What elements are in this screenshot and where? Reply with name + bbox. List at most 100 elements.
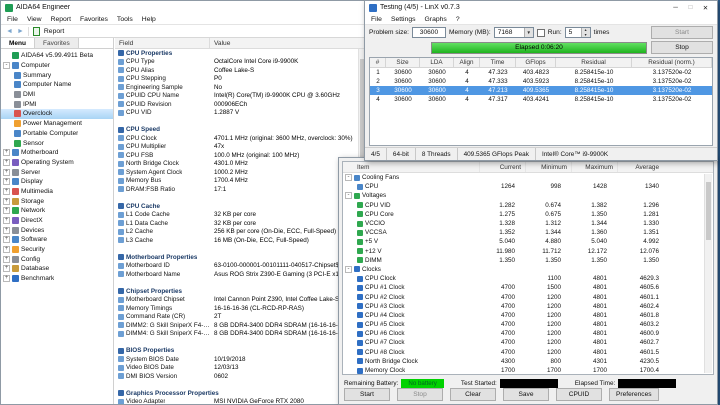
cpuid-button[interactable]: CPUID	[556, 387, 602, 401]
col-header-item[interactable]: Item	[343, 164, 479, 171]
property-row[interactable]: CPU Clock 4701.1 MHz (original: 3600 MHz,…	[115, 134, 358, 143]
collapse-icon[interactable]: -	[345, 265, 352, 273]
report-icon[interactable]	[32, 26, 40, 36]
maximize-button[interactable]: □	[683, 1, 698, 14]
property-row[interactable]: CPUID Revision 000906ECh	[115, 100, 358, 109]
sensor-row-cpu[interactable]: CPU 1264 998 1428 1340	[343, 182, 713, 191]
col-header-time[interactable]: Time	[480, 58, 516, 67]
menu-graphs[interactable]: Graphs	[425, 16, 447, 23]
sensor-row-cpu-4-clock[interactable]: CPU #4 Clock 4700 1200 4801 4601.8	[343, 311, 713, 320]
property-row[interactable]: CPU FSB 100.0 MHz (original: 100 MHz)	[115, 151, 358, 160]
clear-button[interactable]: Clear	[450, 387, 496, 401]
col-header-minimum[interactable]: Minimum	[525, 162, 571, 172]
sidebar-item-computer[interactable]: - Computer	[1, 61, 113, 71]
minimize-button[interactable]: ─	[668, 1, 683, 14]
sensor-row-memory-clock[interactable]: Memory Clock 1700 1700 1700 1700.4	[343, 366, 713, 374]
property-row[interactable]: CPU Stepping P0	[115, 75, 358, 84]
sensor-row-cpu-3-clock[interactable]: CPU #3 Clock 4700 1200 4801 4602.4	[343, 302, 713, 311]
start-button[interactable]: Start	[651, 26, 713, 39]
property-row[interactable]: Video BIOS Date 12/03/13	[115, 364, 358, 373]
result-row-3[interactable]: 3 30600 30600 4 47.213 409.5365 8.258415e-10 3.…	[370, 86, 712, 95]
expand-icon[interactable]: +	[3, 197, 10, 205]
sensor-row-cpu-1-clock[interactable]: CPU #1 Clock 4700 1500 4801 4605.6	[343, 283, 713, 292]
property-row[interactable]: North Bridge Clock 4301.0 MHz	[115, 160, 358, 169]
expand-icon[interactable]: +	[3, 275, 10, 283]
sidebar-item-software[interactable]: + Software	[1, 235, 113, 245]
report-button[interactable]: Report	[44, 28, 64, 35]
sensor-row-12-v[interactable]: +12 V 11.980 11.712 12.172 12.076	[343, 247, 713, 256]
sidebar-item-operating-system[interactable]: + Operating System	[1, 158, 113, 168]
property-row[interactable]: DMI BIOS Version 0602	[115, 372, 358, 381]
property-row[interactable]: DIMM2: G Skill SniperX F4-3400C16-8GSXW 8…	[115, 321, 358, 330]
property-row[interactable]: DIMM4: G Skill SniperX F4-3400C16-8GSXW 8…	[115, 330, 358, 339]
col-header-size[interactable]: Size	[386, 58, 420, 67]
save-button[interactable]: Save	[503, 387, 549, 401]
sensor-row-cpu-core[interactable]: CPU Core 1.275 0.675 1.350 1.281	[343, 210, 713, 219]
scrollbar-thumb[interactable]	[706, 182, 711, 240]
sidebar-item-benchmark[interactable]: + Benchmark	[1, 274, 113, 284]
property-row[interactable]: CPUID CPU Name Intel(R) Core(TM) i9-9900K…	[115, 92, 358, 101]
property-row[interactable]: Motherboard Chipset Intel Cannon Point Z3…	[115, 296, 358, 305]
start-button[interactable]: Start	[344, 387, 390, 401]
property-row[interactable]: Command Rate (CR) 2T	[115, 313, 358, 322]
col-header-residual-norm[interactable]: Residual (norm.)	[632, 58, 712, 67]
chevron-down-icon[interactable]: ▼	[523, 28, 533, 37]
menu-help[interactable]: Help	[142, 16, 156, 23]
spin-down-icon[interactable]: ▼	[582, 33, 590, 38]
sensor-row-cpu-clock[interactable]: CPU Clock 1100 4801 4629.3	[343, 274, 713, 283]
col-header-average[interactable]: Average	[617, 162, 663, 172]
property-row[interactable]: CPU Type OctalCore Intel Core i9-9900K	[115, 58, 358, 67]
property-row[interactable]: L1 Code Cache 32 KB per core	[115, 211, 358, 220]
property-row[interactable]: CPU VID 1.2887 V	[115, 109, 358, 118]
sidebar-item-devices[interactable]: + Devices	[1, 225, 113, 235]
sidebar-item-ipmi[interactable]: IPMI	[1, 99, 113, 109]
sensor-row-cpu-vid[interactable]: CPU VID 1.282 0.674 1.382 1.296	[343, 201, 713, 210]
sidebar-tab-menu[interactable]: Menu	[1, 38, 35, 48]
sidebar-item-security[interactable]: + Security	[1, 245, 113, 255]
result-row-1[interactable]: 1 30600 30600 4 47.323 403.4823 8.258415e-10 3.…	[370, 68, 712, 77]
sensor-row-voltages[interactable]: - Voltages	[343, 191, 713, 200]
aida64-titlebar[interactable]: AIDA64 Engineer	[1, 1, 365, 14]
sensor-row-dimm[interactable]: DIMM 1.350 1.350 1.350 1.350	[343, 256, 713, 265]
expand-icon[interactable]: +	[3, 207, 10, 215]
sidebar-item-storage[interactable]: + Storage	[1, 196, 113, 206]
stop-button[interactable]: Stop	[397, 387, 443, 401]
col-header-lda[interactable]: LDA	[420, 58, 454, 67]
col-header-current[interactable]: Current	[479, 162, 525, 172]
sensor-row-cpu-2-clock[interactable]: CPU #2 Clock 4700 1200 4801 4601.1	[343, 292, 713, 301]
back-icon[interactable]: ◄	[6, 28, 13, 35]
property-row[interactable]: DRAM:FSB Ratio 17:1	[115, 185, 358, 194]
property-row[interactable]: System Agent Clock 1000.2 MHz	[115, 168, 358, 177]
sidebar-item-motherboard[interactable]: + Motherboard	[1, 148, 113, 158]
result-row-2[interactable]: 2 30600 30600 4 47.333 403.5923 8.258415e-10 3.…	[370, 77, 712, 86]
collapse-icon[interactable]: -	[3, 62, 10, 70]
expand-icon[interactable]: +	[3, 158, 10, 166]
property-row[interactable]: L3 Cache 16 MB (On-Die, ECC, Full-Speed)	[115, 236, 358, 245]
col-header-num[interactable]: #	[370, 58, 386, 67]
forward-icon[interactable]: ►	[17, 28, 24, 35]
sensor-scrollbar[interactable]	[704, 174, 712, 373]
sidebar-item-directx[interactable]: + DirectX	[1, 216, 113, 226]
property-row[interactable]: Video Adapter MSI NVIDIA GeForce RTX 2080	[115, 398, 358, 404]
close-button[interactable]: ✕	[698, 1, 713, 14]
sidebar-item-multimedia[interactable]: + Multimedia	[1, 187, 113, 197]
sidebar-item-portable-computer[interactable]: Portable Computer	[1, 129, 113, 139]
expand-icon[interactable]: +	[3, 255, 10, 263]
sidebar-item-computer-name[interactable]: Computer Name	[1, 80, 113, 90]
expand-icon[interactable]: +	[3, 226, 10, 234]
property-row[interactable]: Motherboard ID 63-0100-000001-00101111-04…	[115, 262, 358, 271]
all-memory-checkbox[interactable]	[536, 28, 545, 37]
sidebar-item-network[interactable]: + Network	[1, 206, 113, 216]
expand-icon[interactable]: +	[3, 236, 10, 244]
sidebar-item-summary[interactable]: Summary	[1, 70, 113, 80]
expand-icon[interactable]: +	[3, 187, 10, 195]
sensor-row-cpu-7-clock[interactable]: CPU #7 Clock 4700 1200 4801 4602.7	[343, 338, 713, 347]
memory-select[interactable]: 7168 ▼	[493, 27, 534, 38]
col-header-gflops[interactable]: GFlops	[516, 58, 556, 67]
sensor-row-cpu-6-clock[interactable]: CPU #6 Clock 4700 1200 4801 4600.9	[343, 329, 713, 338]
sidebar-item-config[interactable]: + Config	[1, 254, 113, 264]
linx-titlebar[interactable]: Testing (4/5) - LinX v0.7.3 ─ □ ✕	[365, 1, 717, 14]
property-row[interactable]: L1 Data Cache 32 KB per core	[115, 219, 358, 228]
property-row[interactable]: CPU Multiplier 47x	[115, 143, 358, 152]
sensor-row-cpu-8-clock[interactable]: CPU #8 Clock 4700 1200 4801 4601.5	[343, 348, 713, 357]
